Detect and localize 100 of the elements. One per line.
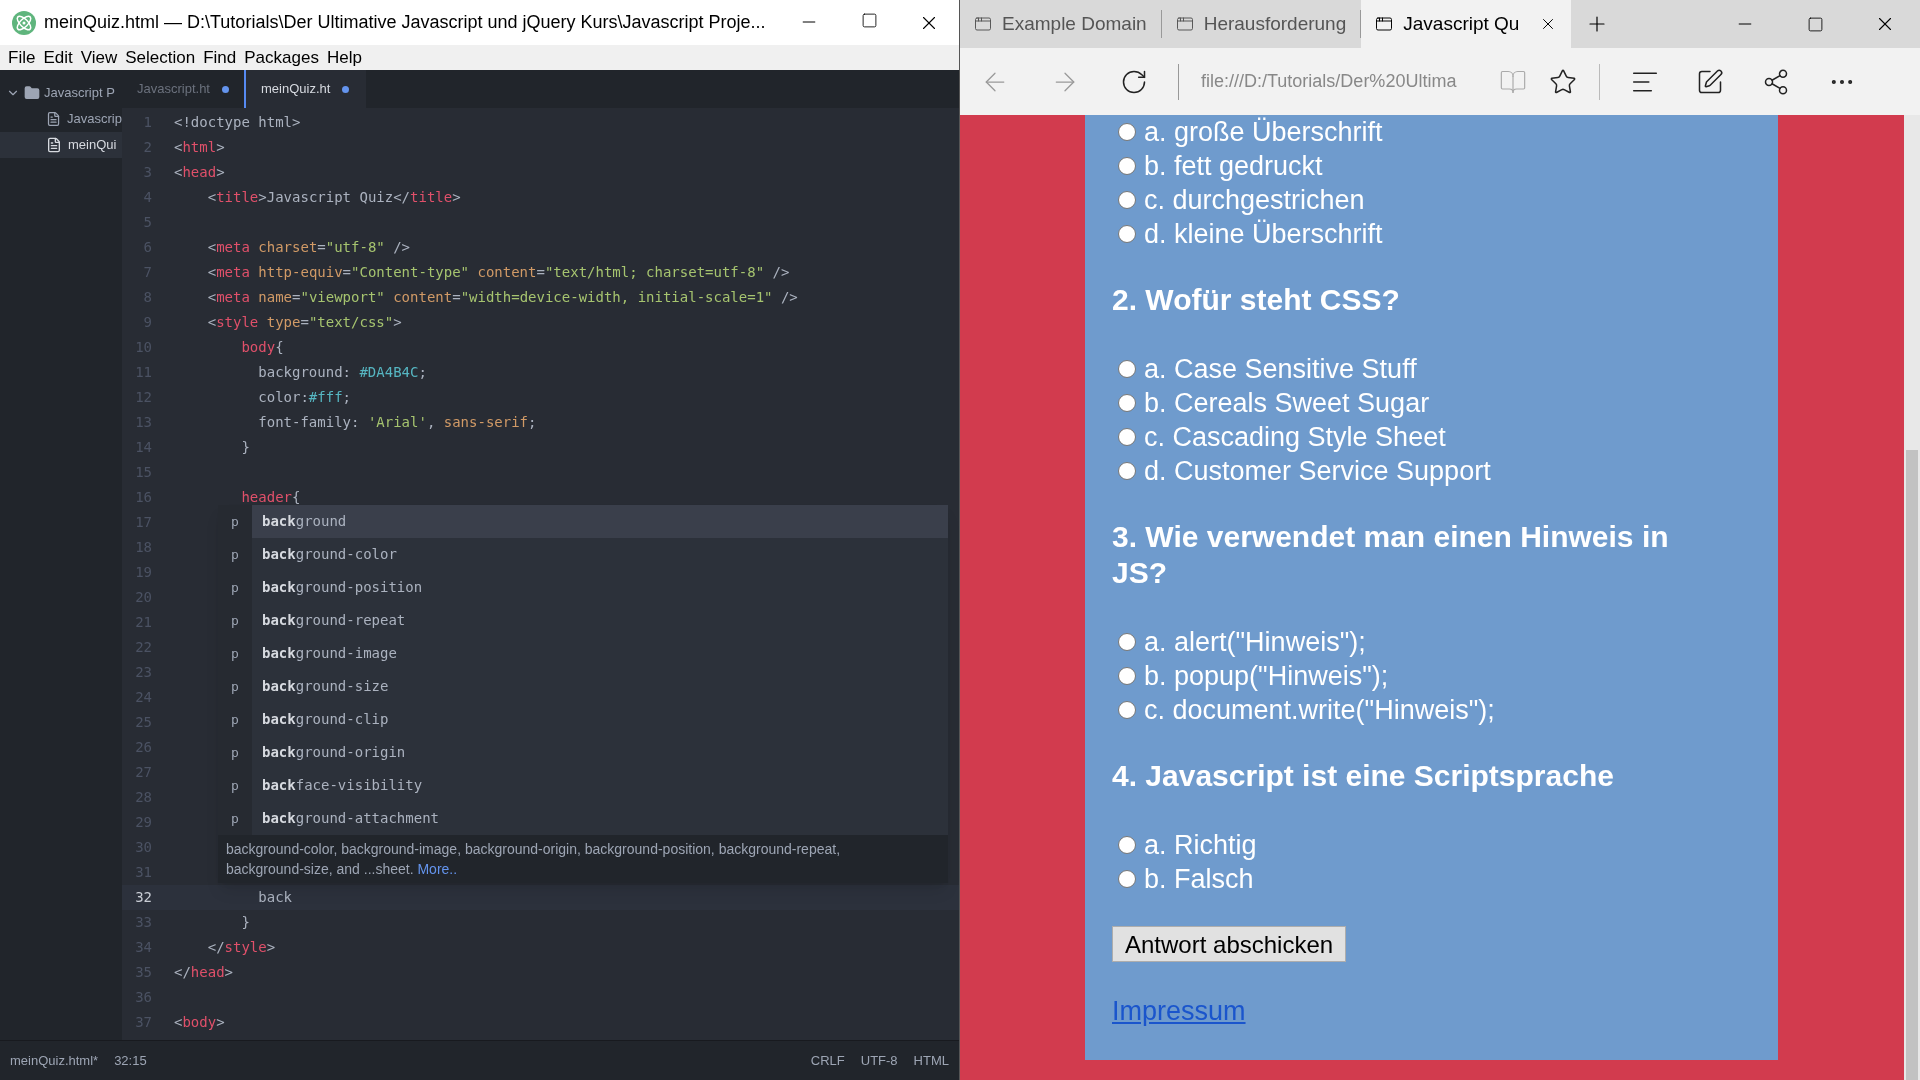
code-line: <title>Javascript Quiz</title>	[206, 188, 461, 207]
type-label: p	[218, 604, 252, 637]
question-heading: 3. Wie verwendet man einen Hinweis in JS?	[1112, 519, 1670, 591]
window-title: meinQuiz.html — D:\Tutorials\Der Ultimative Javascript und jQuery Kurs\Javascript Proje...	[44, 11, 766, 34]
radio-button[interactable]	[1118, 394, 1136, 412]
autocomplete-item[interactable]: p background-clip	[218, 703, 948, 736]
code-line: header{	[240, 488, 301, 507]
code-editor[interactable]	[122, 108, 959, 1040]
encoding[interactable]: UTF-8	[860, 1050, 898, 1071]
type-label: p	[218, 571, 252, 604]
description-text: background-color, background-image, background-origin, background-position, background-repeat, background-size, and ...sheet. More..	[226, 840, 842, 879]
option-label: a. Case Sensitive Stuff	[1144, 352, 1417, 386]
autocomplete-item[interactable]: p background	[218, 505, 948, 538]
option-label: c. Cascading Style Sheet	[1144, 420, 1446, 454]
question-heading: 2. Wofür steht CSS?	[1112, 282, 1401, 318]
tree-folder[interactable]: Javascript P	[44, 83, 115, 103]
tree-file[interactable]: meinQui	[0, 132, 122, 158]
code-line: }	[240, 438, 250, 457]
code-line: back	[257, 888, 292, 907]
option-label: c. document.write("Hinweis");	[1144, 693, 1495, 727]
cursor-position[interactable]: 32:15	[114, 1050, 147, 1071]
editor-tab[interactable]: meinQuiz.ht	[244, 70, 366, 108]
autocomplete-item[interactable]: p background-attachment	[218, 802, 948, 835]
type-label: p	[218, 538, 252, 571]
code-line: <meta charset="utf-8" />	[206, 238, 411, 257]
browser-tab[interactable]: Example Domain	[960, 10, 1162, 38]
autocomplete-item[interactable]: p background-position	[218, 571, 948, 604]
type-label: p	[218, 703, 252, 736]
autocomplete-item[interactable]: p background-origin	[218, 736, 948, 769]
tab-page-icon	[1375, 15, 1394, 33]
radio-button[interactable]	[1118, 360, 1136, 378]
code-line: color:#fff;	[257, 388, 351, 407]
type-label: p	[218, 769, 252, 802]
code-line: <html>	[174, 138, 225, 157]
type-label: p	[218, 505, 252, 538]
code-line: body{	[240, 338, 284, 357]
folder-icon	[24, 85, 40, 101]
code-line: <style type="text/css">	[206, 313, 402, 332]
tab-page-icon	[974, 15, 992, 33]
menu-item[interactable]: Packages	[240, 44, 323, 71]
radio-button[interactable]	[1118, 123, 1136, 141]
question-heading: 4. Javascript ist eine Scriptsprache	[1112, 758, 1615, 794]
autocomplete-item[interactable]: p backface-visibility	[218, 769, 948, 802]
autocomplete-item[interactable]: p background-color	[218, 538, 948, 571]
radio-button[interactable]	[1118, 462, 1136, 480]
note-icon[interactable]	[1696, 67, 1724, 96]
submit-button[interactable]: Antwort abschicken	[1112, 926, 1347, 962]
type-label: p	[218, 670, 252, 703]
menu-item[interactable]: Selection	[121, 44, 200, 71]
option-label: c. durchgestrichen	[1144, 183, 1365, 217]
code-line: <body>	[174, 1013, 225, 1032]
radio-button[interactable]	[1118, 667, 1136, 685]
option-label: d. Customer Service Support	[1144, 454, 1491, 488]
tree-file[interactable]: Javascrip	[0, 106, 122, 132]
option-label: a. Richtig	[1144, 828, 1257, 862]
option-label: a. große Überschrift	[1144, 115, 1383, 149]
app-logo-icon	[12, 10, 36, 35]
option-label: b. popup("Hinweis");	[1144, 659, 1389, 693]
scrollbar[interactable]	[1904, 115, 1920, 1080]
code-line: }	[240, 913, 250, 932]
autocomplete-item[interactable]: p background-repeat	[218, 604, 948, 637]
autocomplete-item[interactable]: p background-image	[218, 637, 948, 670]
code-line: </style>	[206, 938, 276, 957]
code-line: background: #DA4B4C;	[257, 363, 427, 382]
menu-item[interactable]: Edit	[39, 44, 77, 71]
line-ending[interactable]: CRLF	[810, 1050, 845, 1071]
radio-button[interactable]	[1118, 701, 1136, 719]
tab-page-icon	[1175, 15, 1194, 33]
option-label: a. alert("Hinweis");	[1144, 625, 1366, 659]
radio-button[interactable]	[1118, 191, 1136, 209]
code-line: </head>	[174, 963, 233, 982]
autocomplete-item[interactable]: p background-size	[218, 670, 948, 703]
menu-item[interactable]: Help	[322, 44, 366, 71]
code-line: <meta name="viewport" content="width=device-width, initial-scale=1" />	[206, 288, 798, 307]
radio-button[interactable]	[1118, 157, 1136, 175]
type-label: p	[218, 802, 252, 835]
option-label: b. Cereals Sweet Sugar	[1144, 386, 1430, 420]
code-line: <!doctype html>	[174, 113, 301, 132]
line-number: 32	[134, 888, 152, 907]
file-name[interactable]: meinQuiz.html*	[10, 1050, 99, 1071]
file-icon	[46, 137, 62, 153]
radio-button[interactable]	[1118, 428, 1136, 446]
option-label: b. fett gedruckt	[1144, 149, 1323, 183]
radio-button[interactable]	[1118, 836, 1136, 854]
share-icon[interactable]	[1762, 67, 1790, 96]
option-label: b. Falsch	[1144, 862, 1254, 896]
radio-button[interactable]	[1118, 633, 1136, 651]
more-link[interactable]: More..	[417, 861, 458, 877]
type-label: p	[218, 736, 252, 769]
menu-item[interactable]: Find	[199, 44, 241, 71]
favorite-icon[interactable]	[1549, 67, 1577, 96]
browser-tab[interactable]: Javascript Qu	[1361, 0, 1572, 48]
radio-button[interactable]	[1118, 870, 1136, 888]
code-line: font-family: 'Arial', sans-serif;	[257, 413, 537, 432]
menu-item[interactable]: File	[4, 44, 40, 71]
menu-item[interactable]: View	[76, 44, 122, 71]
radio-button[interactable]	[1118, 225, 1136, 243]
grammar[interactable]: HTML	[913, 1050, 949, 1071]
code-line: <head>	[174, 163, 225, 182]
file-icon	[46, 111, 62, 127]
